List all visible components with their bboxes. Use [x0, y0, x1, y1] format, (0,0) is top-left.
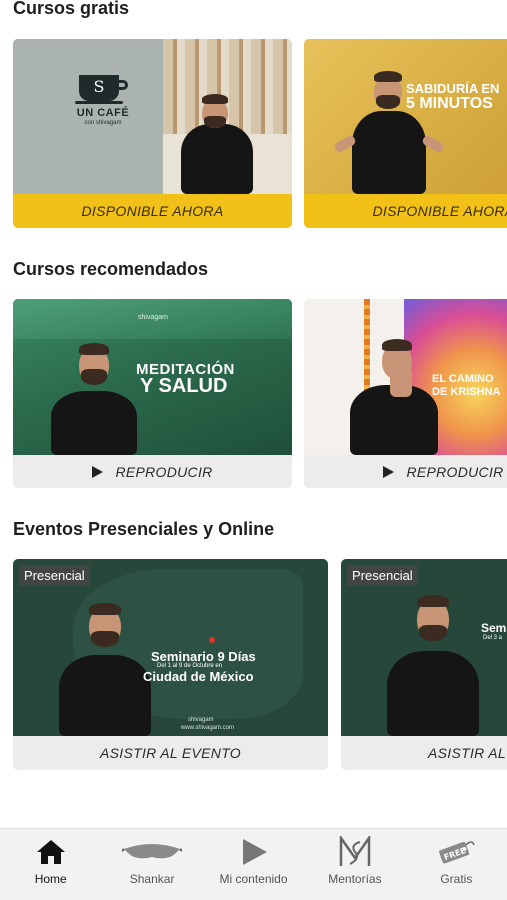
presenter-image — [43, 339, 143, 455]
event-artwork-city: Ciudad de México — [143, 669, 254, 684]
artwork-title: EL CAMINO — [432, 373, 494, 385]
event-artwork-title: Seminario 9 Días — [151, 649, 256, 664]
monogram-icon — [338, 836, 372, 868]
event-thumbnail: Presencial Semi Del 3 a — [341, 559, 507, 736]
course-card-krishna[interactable]: EL CAMINO DE KRISHNA REPRODUCIR — [304, 299, 507, 488]
attend-event-button[interactable]: ASISTIR AL EVENTO — [341, 736, 507, 770]
mask-icon — [122, 836, 183, 868]
artwork-subtitle: 5 MINUTOS — [406, 95, 493, 112]
play-button[interactable]: REPRODUCIR — [304, 455, 507, 488]
presenter-image — [173, 94, 263, 194]
presenter-image — [381, 589, 486, 736]
event-type-badge: Presencial — [19, 565, 90, 586]
free-courses-carousel[interactable]: S UN CAFÉ con shivagam DISPONIBLE AHORA — [13, 39, 507, 229]
play-icon — [92, 465, 104, 478]
course-card-meditacion[interactable]: shivagam MEDITACIÓN Y SALUD REPRODUCIR — [13, 299, 292, 488]
event-artwork-url: www.shivagam.com — [181, 725, 235, 731]
nav-item-gratis[interactable]: FREE Gratis — [406, 829, 507, 900]
event-artwork-title: Semi — [481, 621, 507, 635]
nav-item-mentorias[interactable]: Mentorías — [304, 829, 405, 900]
available-now-button[interactable]: DISPONIBLE AHORA — [304, 194, 507, 228]
course-thumbnail: SABIDURÍA EN 5 MINUTOS — [304, 39, 507, 194]
event-type-badge: Presencial — [347, 565, 418, 586]
event-artwork-dates: Del 3 a — [483, 635, 503, 641]
attend-event-button[interactable]: ASISTIR AL EVENTO — [13, 736, 328, 770]
nav-item-shankar[interactable]: Shankar — [101, 829, 202, 900]
brand-mark: shivagam — [138, 314, 168, 321]
course-thumbnail: S UN CAFÉ con shivagam — [13, 39, 292, 194]
section-title-events: Eventos Presenciales y Online — [13, 519, 275, 539]
event-card-seminario[interactable]: Presencial Seminario 9 Días Del 1 al 9 d… — [13, 559, 328, 770]
play-button[interactable]: REPRODUCIR — [13, 455, 292, 488]
cup-icon: S — [79, 75, 128, 101]
home-icon — [36, 836, 66, 868]
event-thumbnail: Presencial Seminario 9 Días Del 1 al 9 d… — [13, 559, 328, 736]
presenter-image — [344, 337, 444, 455]
event-card-seminario-2[interactable]: Presencial Semi Del 3 a ASISTIR AL EVENT… — [341, 559, 507, 770]
course-card-sabiduria[interactable]: SABIDURÍA EN 5 MINUTOS DISPONIBLE AHORA — [304, 39, 507, 228]
free-tag-icon: FREE — [436, 836, 476, 868]
recommended-courses-carousel[interactable]: shivagam MEDITACIÓN Y SALUD REPRODUCIR E… — [13, 299, 507, 489]
section-title-free-courses: Cursos gratis — [13, 0, 130, 18]
bottom-navigation: Home Shankar Mi contenido Mentorías FREE… — [0, 828, 507, 900]
presenter-image — [53, 599, 158, 736]
events-carousel[interactable]: Presencial Seminario 9 Días Del 1 al 9 d… — [13, 559, 507, 771]
play-icon — [383, 465, 395, 478]
nav-item-mi-contenido[interactable]: Mi contenido — [203, 829, 304, 900]
play-icon — [240, 836, 268, 868]
artwork-subtitle: con shivagam — [84, 120, 122, 126]
artwork-subtitle: DE KRISHNA — [432, 386, 501, 398]
course-thumbnail: EL CAMINO DE KRISHNA — [304, 299, 507, 455]
section-title-recommended: Cursos recomendados — [13, 259, 209, 279]
nav-item-home[interactable]: Home — [0, 829, 101, 900]
artwork-subtitle: Y SALUD — [140, 375, 228, 397]
course-thumbnail: shivagam MEDITACIÓN Y SALUD — [13, 299, 292, 455]
available-now-button[interactable]: DISPONIBLE AHORA — [13, 194, 292, 228]
brand-mark: shivagam — [188, 717, 214, 723]
course-card-un-cafe[interactable]: S UN CAFÉ con shivagam DISPONIBLE AHORA — [13, 39, 292, 228]
artwork-title: SABIDURÍA EN — [406, 81, 500, 96]
artwork-title: UN CAFÉ — [76, 107, 130, 119]
